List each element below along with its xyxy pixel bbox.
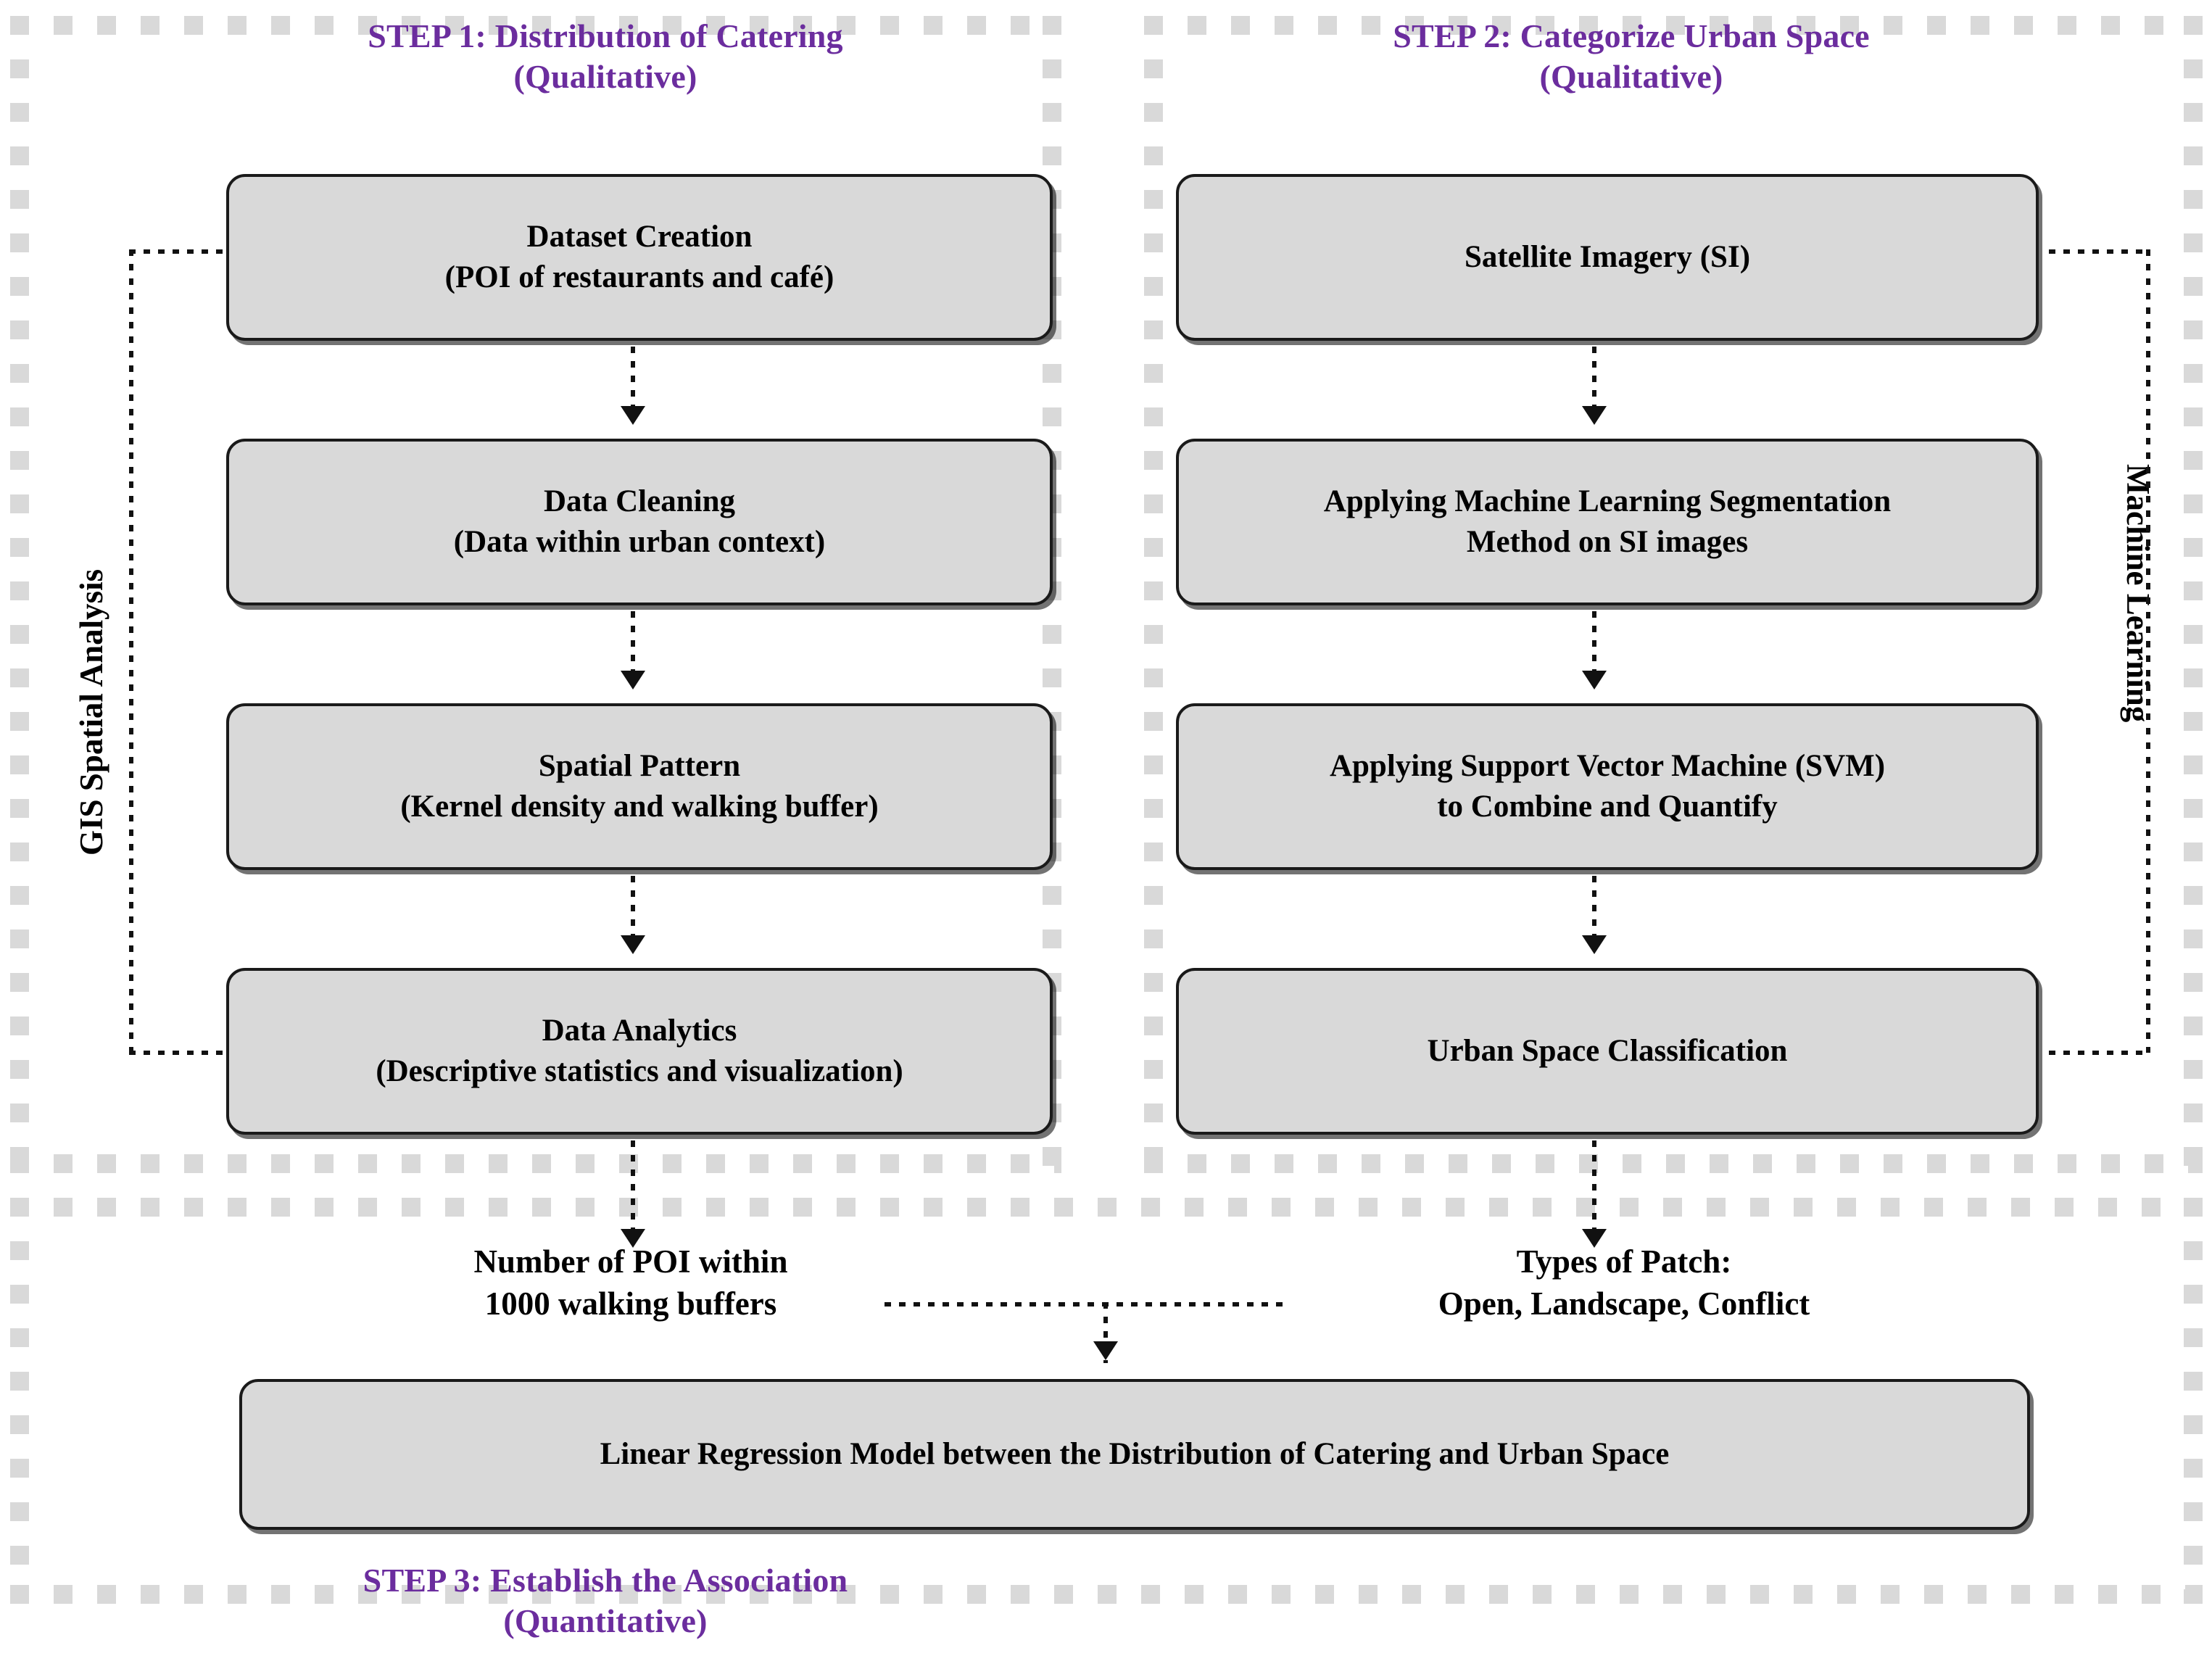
- connector-step1-2-3: [631, 611, 635, 675]
- arrow-step1-1-2-icon: [621, 406, 645, 425]
- step1-side-label-gis-spatial-analysis: GIS Spatial Analysis: [73, 569, 110, 856]
- arrow-step2-3-4-icon: [1582, 935, 1607, 954]
- node-urban-space-classification[interactable]: Urban Space Classification: [1176, 968, 2039, 1135]
- output-poi-count-line2: 1000 walking buffers: [484, 1285, 777, 1322]
- node-data-cleaning[interactable]: Data Cleaning (Data within urban context…: [226, 439, 1053, 605]
- panel-step3-border-right: [2184, 1198, 2203, 1604]
- arrow-step2-2-3-icon: [1582, 671, 1607, 690]
- step1-side-label-text: GIS Spatial Analysis: [73, 568, 109, 856]
- connector-step2-2-3: [1592, 611, 1596, 675]
- connector-step1-to-output: [631, 1140, 635, 1233]
- step2-side-label-machine-learning: Machine Learning: [2119, 464, 2157, 722]
- connector-step2-3-4: [1592, 876, 1596, 940]
- step3-title-line2: (Quantitative): [503, 1602, 708, 1640]
- node-ml-segmentation-line2: Method on SI images: [1466, 525, 1749, 559]
- node-linear-regression-model[interactable]: Linear Regression Model between the Dist…: [239, 1379, 2030, 1530]
- node-spatial-pattern-line2: (Kernel density and walking buffer): [400, 790, 879, 824]
- node-spatial-pattern[interactable]: Spatial Pattern (Kernel density and walk…: [226, 703, 1053, 870]
- step2-loop-bottom-segment: [2049, 1051, 2150, 1055]
- node-data-cleaning-line1: Data Cleaning: [544, 484, 735, 519]
- step2-side-label-text: Machine Learning: [2120, 464, 2156, 723]
- step2-loop-right-segment: [2146, 249, 2150, 1053]
- step1-title-line2: (Qualitative): [513, 58, 697, 96]
- output-patch-types-line1: Types of Patch:: [1516, 1243, 1732, 1280]
- step1-loop-bottom-segment: [129, 1051, 231, 1055]
- node-data-analytics-line2: (Descriptive statistics and visualizatio…: [376, 1054, 903, 1088]
- arrow-join-to-result-icon: [1093, 1341, 1118, 1360]
- node-satellite-imagery-line1: Satellite Imagery (SI): [1464, 240, 1751, 275]
- output-patch-types-line2: Open, Landscape, Conflict: [1438, 1285, 1810, 1322]
- output-patch-types: Types of Patch: Open, Landscape, Conflic…: [1334, 1241, 1914, 1325]
- step3-title-line1: STEP 3: Establish the Association: [363, 1562, 848, 1599]
- panel-step3-border-top: [10, 1198, 2203, 1217]
- arrow-step1-2-3-icon: [621, 671, 645, 690]
- node-linear-regression-model-label: Linear Regression Model between the Dist…: [600, 1437, 1670, 1472]
- node-svm-line1: Applying Support Vector Machine (SVM): [1329, 749, 1886, 784]
- panel-step1-border-bottom: [10, 1154, 1061, 1173]
- panel-step2-border-right: [2184, 16, 2203, 1166]
- arrow-step2-1-2-icon: [1582, 406, 1607, 425]
- step1-loop-top-segment: [129, 249, 231, 254]
- node-svm[interactable]: Applying Support Vector Machine (SVM) to…: [1176, 703, 2039, 870]
- node-data-cleaning-line2: (Data within urban context): [453, 525, 826, 559]
- step2-title: STEP 2: Categorize Urban Space (Qualitat…: [1189, 16, 2074, 97]
- connector-step1-1-2: [631, 347, 635, 410]
- node-data-analytics-line1: Data Analytics: [542, 1014, 737, 1048]
- step2-loop-top-segment: [2049, 249, 2150, 254]
- node-dataset-creation-line1: Dataset Creation: [526, 220, 753, 254]
- panel-step3-border-left: [10, 1198, 29, 1604]
- connector-step2-to-output: [1592, 1140, 1596, 1233]
- node-spatial-pattern-line1: Spatial Pattern: [538, 749, 741, 784]
- node-urban-space-classification-line1: Urban Space Classification: [1427, 1034, 1788, 1069]
- output-poi-count-line1: Number of POI within: [473, 1243, 788, 1280]
- node-dataset-creation-line2: (POI of restaurants and café): [444, 260, 834, 294]
- panel-step2-border-bottom: [1144, 1154, 2203, 1173]
- connector-step2-1-2: [1592, 347, 1596, 410]
- node-ml-segmentation-line1: Applying Machine Learning Segmentation: [1323, 484, 1892, 519]
- panel-step2-border-left: [1144, 16, 1163, 1166]
- connector-outputs-join: [885, 1302, 1291, 1307]
- output-poi-count: Number of POI within 1000 walking buffer…: [377, 1241, 885, 1325]
- node-dataset-creation[interactable]: Dataset Creation (POI of restaurants and…: [226, 174, 1053, 341]
- flowchart-canvas: STEP 1: Distribution of Catering (Qualit…: [0, 0, 2212, 1677]
- step3-title: STEP 3: Establish the Association (Quant…: [210, 1560, 1001, 1641]
- step2-title-line1: STEP 2: Categorize Urban Space: [1393, 17, 1870, 54]
- step1-title-line1: STEP 1: Distribution of Catering: [368, 17, 843, 54]
- step1-loop-left-segment: [129, 249, 133, 1053]
- node-satellite-imagery[interactable]: Satellite Imagery (SI): [1176, 174, 2039, 341]
- node-svm-line2: to Combine and Quantify: [1437, 790, 1778, 824]
- step2-title-line2: (Qualitative): [1539, 58, 1723, 96]
- node-ml-segmentation[interactable]: Applying Machine Learning Segmentation M…: [1176, 439, 2039, 605]
- step1-title: STEP 1: Distribution of Catering (Qualit…: [210, 16, 1001, 97]
- arrow-step1-3-4-icon: [621, 935, 645, 954]
- panel-step1-border-left: [10, 16, 29, 1166]
- connector-step1-3-4: [631, 876, 635, 940]
- node-data-analytics[interactable]: Data Analytics (Descriptive statistics a…: [226, 968, 1053, 1135]
